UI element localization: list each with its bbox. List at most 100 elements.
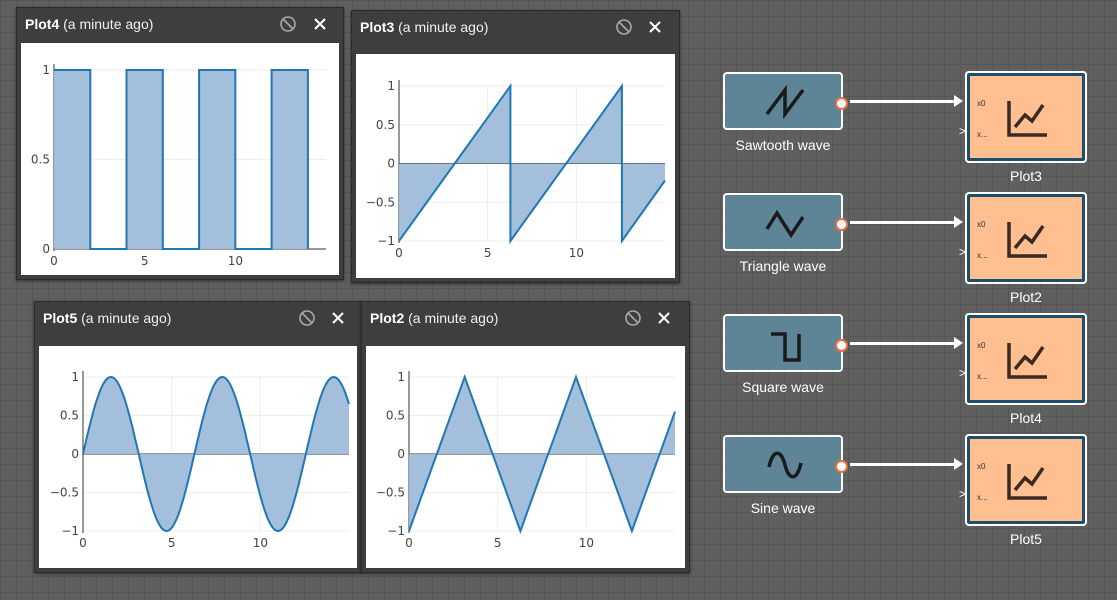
window-title: Plot4 (a minute ago) <box>25 16 154 32</box>
x-tick-label: 10 <box>579 536 594 550</box>
input-port-label: x0 <box>977 99 986 108</box>
plot3-chart[interactable]: 0 5 10 1 0.5 0 −0.5 −1 <box>356 54 675 278</box>
window-title-bar[interactable]: Plot4 (a minute ago) <box>17 8 343 40</box>
node-label: Triangle wave <box>739 258 827 274</box>
connection-arrow <box>954 95 963 107</box>
y-tick-label: 0 <box>387 157 395 171</box>
sine-wave-node[interactable] <box>723 435 848 493</box>
close-icon[interactable] <box>646 18 664 36</box>
window-title-bar[interactable]: Plot2 (a minute ago) <box>362 302 689 334</box>
close-icon[interactable] <box>329 309 347 327</box>
sine-wave-icon <box>767 451 803 479</box>
x-tick-label: 5 <box>494 536 502 550</box>
window-title: Plot5 (a minute ago) <box>43 310 172 326</box>
square-wave-chart: 0 5 10 1 0.5 0 <box>31 63 326 268</box>
output-port[interactable] <box>835 460 848 473</box>
window-title: Plot3 (a minute ago) <box>360 19 489 35</box>
chart-icon <box>1007 222 1047 258</box>
y-tick-label: 0.5 <box>376 118 395 132</box>
node-label: Plot5 <box>1010 531 1042 547</box>
connection-arrow <box>954 458 963 470</box>
y-tick-label: 0.5 <box>60 409 79 423</box>
window-title: Plot2 (a minute ago) <box>370 310 499 326</box>
disable-icon[interactable] <box>298 309 316 327</box>
chart-icon <box>1007 101 1047 137</box>
plot5-node[interactable]: x0 x... > <box>959 434 1087 526</box>
input-port-label: x0 <box>977 220 986 229</box>
input-arrow-icon: > <box>959 487 967 501</box>
y-tick-label: −0.5 <box>50 486 79 500</box>
y-tick-label: −0.5 <box>376 486 405 500</box>
x-tick-label: 0 <box>405 536 413 550</box>
y-tick-label: 0 <box>71 447 79 461</box>
connection-wire[interactable] <box>850 100 954 103</box>
square-wave-node[interactable] <box>723 314 848 372</box>
y-tick-label: −1 <box>387 524 405 538</box>
x-tick-label: 10 <box>253 536 268 550</box>
square-wave-icon <box>771 332 801 362</box>
x-tick-label: 0 <box>395 246 403 260</box>
input-arrow-icon: > <box>959 366 967 380</box>
series-area <box>409 377 675 531</box>
input-port-label: x... <box>977 372 988 381</box>
chart-icon <box>1007 464 1047 500</box>
triangle-wave-icon <box>765 209 805 239</box>
y-tick-label: 1 <box>71 370 79 384</box>
close-icon[interactable] <box>311 15 329 33</box>
connection-wire[interactable] <box>850 342 954 345</box>
plot5-chart[interactable]: 0 5 10 1 0.5 0 −0.5 −1 <box>39 346 357 568</box>
x-tick-label: 10 <box>569 246 584 260</box>
node-label: Plot2 <box>1010 289 1042 305</box>
plot4-window[interactable]: Plot4 (a minute ago) 0 5 10 1 0.5 0 <box>16 7 344 280</box>
plot2-node[interactable]: x0 x... > <box>959 192 1087 284</box>
disable-icon[interactable] <box>615 18 633 36</box>
sawtooth-icon <box>765 84 805 120</box>
y-tick-label: 0 <box>42 242 50 256</box>
x-tick-label: 5 <box>168 536 176 550</box>
triangle-wave-node[interactable] <box>723 193 848 251</box>
series-area <box>83 377 349 531</box>
input-port-label: x... <box>977 493 988 502</box>
disable-icon[interactable] <box>624 309 642 327</box>
chart-icon <box>1007 343 1047 379</box>
y-tick-label: 1 <box>42 63 50 77</box>
input-port-label: x... <box>977 130 988 139</box>
y-tick-label: 0 <box>397 447 405 461</box>
window-title-bar[interactable]: Plot5 (a minute ago) <box>35 302 361 334</box>
plot2-window[interactable]: Plot2 (a minute ago) 0 5 10 1 0.5 0 −0.5 −1 <box>361 301 690 573</box>
output-port[interactable] <box>835 218 848 231</box>
input-port-label: x0 <box>977 341 986 350</box>
plot4-chart[interactable]: 0 5 10 1 0.5 0 <box>21 43 339 275</box>
input-port-label: x0 <box>977 462 986 471</box>
input-port-label: x... <box>977 251 988 260</box>
connection-arrow <box>954 337 963 349</box>
output-port[interactable] <box>835 339 848 352</box>
x-tick-label: 10 <box>228 254 243 268</box>
connection-wire[interactable] <box>850 463 954 466</box>
y-tick-label: 0.5 <box>31 153 50 167</box>
y-tick-label: 1 <box>397 370 405 384</box>
series-area <box>399 86 665 241</box>
sawtooth-wave-node[interactable] <box>723 72 848 130</box>
plot3-node[interactable]: x0 x... > <box>959 71 1087 163</box>
x-tick-label: 0 <box>50 254 58 268</box>
node-label: Sawtooth wave <box>735 137 831 153</box>
window-title-bar[interactable]: Plot3 (a minute ago) <box>352 11 679 43</box>
plot4-node[interactable]: x0 x... > <box>959 313 1087 405</box>
input-arrow-icon: > <box>959 245 967 259</box>
connection-wire[interactable] <box>850 221 954 224</box>
plot2-chart[interactable]: 0 5 10 1 0.5 0 −0.5 −1 <box>366 346 685 568</box>
output-port[interactable] <box>835 97 848 110</box>
node-label: Plot3 <box>1010 168 1042 184</box>
close-icon[interactable] <box>655 309 673 327</box>
node-label: Plot4 <box>1010 410 1042 426</box>
node-label: Sine wave <box>750 500 816 516</box>
y-tick-label: −1 <box>61 524 79 538</box>
x-tick-label: 5 <box>141 254 149 268</box>
disable-icon[interactable] <box>279 15 297 33</box>
plot3-window[interactable]: Plot3 (a minute ago) 0 5 10 1 0.5 0 −0.5 −1 <box>351 10 680 283</box>
x-tick-label: 5 <box>484 246 492 260</box>
plot5-window[interactable]: Plot5 (a minute ago) 0 5 10 1 0.5 0 −0.5 −1 <box>34 301 362 573</box>
y-tick-label: −1 <box>377 234 395 248</box>
x-tick-label: 0 <box>79 536 87 550</box>
